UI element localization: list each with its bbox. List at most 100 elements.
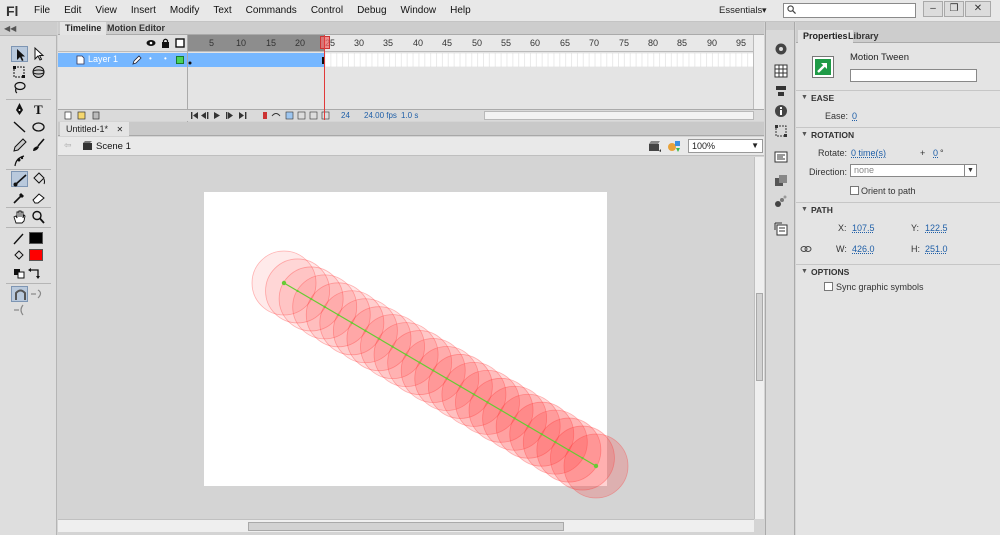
- edit-scene-icon[interactable]: [648, 139, 662, 153]
- stage-vertical-scrollbar[interactable]: [754, 157, 764, 519]
- straighten-icon[interactable]: [11, 302, 28, 318]
- workspace-switcher[interactable]: Essentials: [719, 5, 762, 16]
- tab-library[interactable]: Library: [843, 30, 884, 43]
- pen-tool-icon[interactable]: [11, 101, 28, 117]
- playback-controls-icon[interactable]: [190, 111, 254, 120]
- free-transform-tool-icon[interactable]: [11, 64, 28, 80]
- stroke-color-swatch[interactable]: [29, 232, 43, 244]
- timeline-horizontal-scrollbar[interactable]: [484, 111, 754, 120]
- brush-tool-icon[interactable]: [30, 137, 47, 153]
- frame-ruler[interactable]: 5 10 15 20 25 30 35 40 45 50 55 60 65 70…: [187, 35, 753, 52]
- search-input[interactable]: [783, 3, 916, 18]
- chevron-down-icon[interactable]: ▾: [762, 5, 767, 16]
- smooth-icon[interactable]: [28, 286, 45, 302]
- layer-name[interactable]: Layer 1: [88, 54, 118, 64]
- swap-colors-icon[interactable]: [26, 265, 43, 281]
- swatches-panel-icon[interactable]: [774, 64, 788, 78]
- close-tab-icon[interactable]: ✕: [117, 125, 124, 134]
- collapse-icon[interactable]: ◀◀: [4, 24, 16, 33]
- hand-tool-icon[interactable]: [11, 209, 28, 225]
- ease-value[interactable]: 0: [852, 111, 857, 121]
- frame-rate[interactable]: 24.00 fps: [364, 111, 397, 120]
- zoom-tool-icon[interactable]: [30, 209, 47, 225]
- orient-to-path-checkbox[interactable]: [850, 186, 859, 195]
- section-ease[interactable]: ▼ EASE: [796, 90, 1000, 104]
- stage-horizontal-scrollbar[interactable]: [58, 519, 754, 532]
- color-panel-icon[interactable]: [774, 42, 788, 56]
- menu-view[interactable]: View: [95, 5, 117, 16]
- subselection-tool-icon[interactable]: [30, 46, 47, 62]
- x-value[interactable]: 107.5: [852, 223, 875, 233]
- minimize-button[interactable]: –: [923, 1, 943, 17]
- menu-commands[interactable]: Commands: [246, 5, 297, 16]
- motion-path[interactable]: [283, 282, 597, 467]
- outline-color-swatch[interactable]: [176, 56, 184, 64]
- line-tool-icon[interactable]: [11, 119, 28, 135]
- components-panel-icon[interactable]: [774, 174, 788, 188]
- menu-control[interactable]: Control: [311, 5, 343, 16]
- y-value[interactable]: 122.5: [925, 223, 948, 233]
- playhead[interactable]: [320, 36, 330, 49]
- menu-edit[interactable]: Edit: [64, 5, 81, 16]
- direction-dropdown[interactable]: none ▼: [850, 164, 977, 177]
- menu-file[interactable]: File: [34, 5, 50, 16]
- edit-symbols-icon[interactable]: [667, 139, 683, 153]
- selection-tool-icon[interactable]: [11, 46, 28, 62]
- section-path[interactable]: ▼ PATH: [796, 202, 1000, 216]
- menu-modify[interactable]: Modify: [170, 5, 199, 16]
- paint-bucket-tool-icon[interactable]: [30, 171, 47, 187]
- scrollbar-thumb[interactable]: [756, 293, 763, 381]
- history-panel-icon[interactable]: [774, 222, 788, 236]
- 3d-rotation-tool-icon[interactable]: [30, 64, 47, 80]
- current-frame[interactable]: 24: [341, 111, 350, 120]
- info-panel-icon[interactable]: [774, 104, 788, 118]
- menu-window[interactable]: Window: [401, 5, 437, 16]
- rotate-degrees-value[interactable]: 0: [933, 148, 938, 158]
- text-tool-icon[interactable]: T: [30, 101, 47, 117]
- sync-graphic-symbols-checkbox[interactable]: [824, 282, 833, 291]
- layer-row[interactable]: Layer 1 • •: [58, 53, 187, 67]
- pencil-tool-icon[interactable]: [11, 137, 28, 153]
- document-tab[interactable]: Untitled-1* ✕: [60, 122, 130, 136]
- fill-color-swatch[interactable]: [29, 249, 43, 261]
- menu-help[interactable]: Help: [450, 5, 471, 16]
- lock-icon[interactable]: [161, 38, 170, 48]
- keyframe-point[interactable]: [281, 280, 287, 286]
- bone-tool-icon[interactable]: [11, 171, 28, 187]
- menu-debug[interactable]: Debug: [357, 5, 386, 16]
- transform-panel-icon[interactable]: [774, 124, 788, 138]
- h-value[interactable]: 251.0: [925, 244, 948, 254]
- instance-name-input[interactable]: [850, 69, 977, 82]
- lock-dot[interactable]: •: [164, 54, 167, 63]
- section-rotation[interactable]: ▼ ROTATION: [796, 127, 1000, 141]
- motion-presets-icon[interactable]: [774, 194, 788, 208]
- section-options[interactable]: ▼ OPTIONS: [796, 264, 1000, 278]
- back-arrow-icon[interactable]: ⇦: [64, 140, 72, 151]
- keyframe-point[interactable]: [593, 463, 599, 469]
- timeline-vertical-scrollbar[interactable]: [753, 35, 764, 109]
- rotate-times-value[interactable]: 0 time(s): [851, 148, 886, 158]
- snap-to-objects-icon[interactable]: [11, 286, 28, 302]
- scrollbar-thumb[interactable]: [248, 522, 564, 531]
- onion-skin-controls-icon[interactable]: [262, 111, 332, 120]
- frames-row[interactable]: [187, 53, 753, 67]
- link-icon[interactable]: [800, 244, 812, 254]
- close-button[interactable]: ✕: [965, 1, 991, 17]
- zoom-dropdown[interactable]: 100% ▼: [688, 139, 763, 153]
- code-snippets-icon[interactable]: [774, 150, 788, 164]
- w-value[interactable]: 426.0: [852, 244, 875, 254]
- lasso-tool-icon[interactable]: [11, 80, 28, 96]
- visibility-dot[interactable]: •: [149, 54, 152, 63]
- tab-motion-editor[interactable]: Motion Editor: [102, 22, 170, 35]
- eraser-tool-icon[interactable]: [30, 189, 47, 205]
- align-panel-icon[interactable]: [774, 84, 788, 98]
- menu-insert[interactable]: Insert: [131, 5, 156, 16]
- eye-icon[interactable]: [146, 39, 156, 47]
- layer-buttons-icon[interactable]: [64, 111, 104, 120]
- outline-icon[interactable]: [175, 38, 185, 48]
- eyedropper-tool-icon[interactable]: [11, 189, 28, 205]
- restore-button[interactable]: ❐: [944, 1, 964, 17]
- tab-timeline[interactable]: Timeline: [60, 22, 107, 35]
- menu-text[interactable]: Text: [213, 5, 231, 16]
- deco-tool-icon[interactable]: [11, 153, 28, 169]
